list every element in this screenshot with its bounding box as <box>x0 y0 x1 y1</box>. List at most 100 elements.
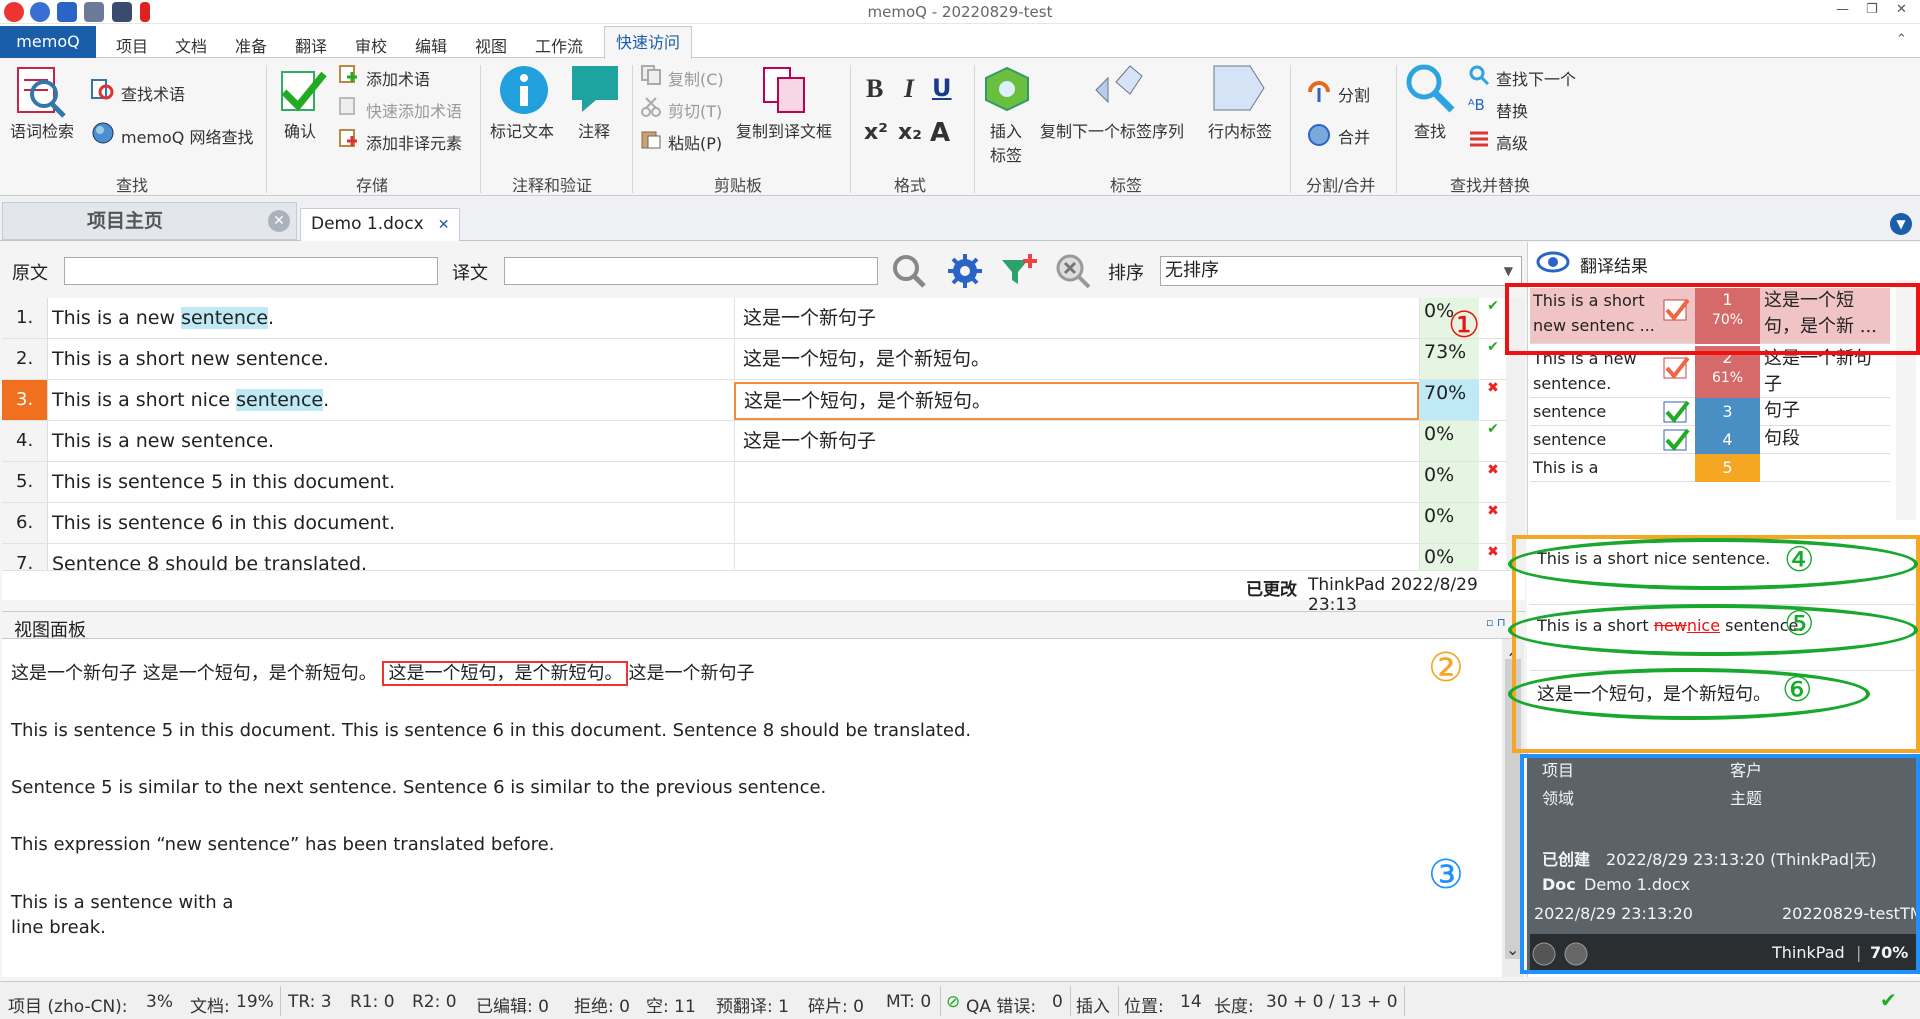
replace-icon[interactable]: ᴬB <box>1468 96 1485 114</box>
row-number[interactable]: 3. <box>2 380 48 420</box>
restore-icon[interactable]: ❐ <box>1866 2 1878 17</box>
table-row[interactable]: 2. This is a short new sentence. 这是一个短句，是个… <box>2 339 1525 380</box>
menu-edit[interactable]: 编辑 <box>415 33 447 57</box>
copy-tag-seq-icon[interactable] <box>1090 62 1146 112</box>
source-cell[interactable]: This is sentence 5 in this document. <box>52 462 395 502</box>
status-icon[interactable]: ✔ <box>1482 298 1504 338</box>
status-icon[interactable]: ✖ <box>1482 462 1504 502</box>
menu-quick-access[interactable]: 快速访问 <box>604 26 692 59</box>
copy-to-target-button[interactable]: 复制到译文框 <box>736 118 832 142</box>
close-doc-tab-icon[interactable]: ✕ <box>438 217 450 233</box>
close-icon[interactable]: ✕ <box>1896 2 1907 17</box>
status-insert[interactable]: 插入 <box>1076 992 1110 1017</box>
term-highlight[interactable]: sentence <box>236 389 324 411</box>
minimize-icon[interactable]: — <box>1836 2 1849 17</box>
split-icon[interactable] <box>1306 78 1332 104</box>
insert-tag-button[interactable]: 插入 <box>990 118 1022 142</box>
copy-button[interactable]: 复制(C) <box>668 66 724 90</box>
table-row[interactable]: 6. This is sentence 6 in this document. 0%… <box>2 503 1525 544</box>
target-cell[interactable]: 这是一个新句子 <box>734 298 1419 338</box>
source-cell[interactable]: This is a short new sentence. <box>52 339 329 379</box>
table-row[interactable]: 5. This is sentence 5 in this document. 0%… <box>2 462 1525 503</box>
advanced-icon[interactable] <box>1468 128 1490 150</box>
row-number[interactable]: 4. <box>2 421 48 461</box>
subscript-icon[interactable]: x₂ <box>898 120 922 145</box>
view-active-segment[interactable]: 这是一个短句，是个新短句。 <box>382 661 629 686</box>
replace-button[interactable]: 替换 <box>1496 98 1528 122</box>
add-nontrans-button[interactable]: 添加非译元素 <box>366 130 462 154</box>
insert-tag-icon[interactable] <box>982 64 1032 114</box>
confirm-icon[interactable] <box>276 64 328 116</box>
menu-document[interactable]: 文档 <box>175 33 207 57</box>
web-search-button[interactable]: memoQ 网络查找 <box>121 124 254 148</box>
join-button[interactable]: 合并 <box>1338 124 1370 148</box>
find-term-icon[interactable] <box>90 78 116 104</box>
comment-button[interactable]: 注释 <box>578 118 610 142</box>
panel-float-icon[interactable]: ▫ ⊓ <box>1486 616 1506 629</box>
table-row[interactable]: 1. This is a new sentence. 这是一个新句子 0% ✔ <box>2 298 1525 339</box>
sort-dropdown[interactable]: 无排序 ▼ <box>1160 256 1522 286</box>
target-cell[interactable]: 这是一个短句，是个新短句。 <box>734 382 1419 420</box>
menu-memoq[interactable]: memoQ <box>0 26 96 58</box>
advanced-button[interactable]: 高级 <box>1496 130 1528 154</box>
options-down-icon[interactable]: ▼ <box>1890 213 1912 235</box>
source-cell[interactable]: This is a new sentence. <box>52 298 274 338</box>
row-number[interactable]: 5. <box>2 462 48 502</box>
menu-review[interactable]: 审校 <box>355 33 387 57</box>
paste-icon[interactable] <box>640 128 662 150</box>
find-icon[interactable] <box>1404 62 1456 114</box>
cut-button[interactable]: 剪切(T) <box>668 98 722 122</box>
web-search-icon[interactable] <box>90 120 116 146</box>
result-row[interactable]: sentence 3 句子 <box>1530 398 1890 426</box>
tab-project-home[interactable]: 项目主页 <box>2 202 297 240</box>
target-cell[interactable]: 这是一个短句，是个新短句。 <box>734 339 1419 379</box>
menu-workflow[interactable]: 工作流 <box>535 33 583 57</box>
tab-document[interactable]: Demo 1.docx ✕ <box>300 208 460 241</box>
menu-translate[interactable]: 翻译 <box>295 33 327 57</box>
inline-tags-button[interactable]: 行内标签 <box>1208 118 1272 142</box>
join-icon[interactable] <box>1306 122 1332 148</box>
info-icon[interactable] <box>498 64 550 116</box>
find-button[interactable]: 查找 <box>1414 118 1446 142</box>
target-cell[interactable] <box>734 503 1419 543</box>
font-icon[interactable]: A <box>930 118 950 148</box>
close-tab-icon[interactable]: ✕ <box>268 210 290 232</box>
add-term-button[interactable]: 添加术语 <box>366 66 430 90</box>
table-row[interactable]: 3. This is a short nice sentence. 这是一个短句，是… <box>2 380 1525 421</box>
comment-icon[interactable] <box>570 64 620 114</box>
status-icon[interactable]: ✔ <box>1482 421 1504 461</box>
source-cell[interactable]: This is a short nice sentence. <box>52 380 329 420</box>
source-filter-input[interactable] <box>64 257 438 285</box>
row-number[interactable]: 2. <box>2 339 48 379</box>
split-button[interactable]: 分割 <box>1338 82 1370 106</box>
row-number[interactable]: 6. <box>2 503 48 543</box>
confirm-button[interactable]: 确认 <box>284 118 316 142</box>
copy-tag-seq-button[interactable]: 复制下一个标签序列 <box>1040 118 1184 142</box>
insert-tag-button-line2[interactable]: 标签 <box>990 142 1022 166</box>
inline-tag-icon[interactable] <box>1210 62 1266 114</box>
find-next-button[interactable]: 查找下一个 <box>1496 66 1576 90</box>
add-nontrans-icon[interactable] <box>338 128 360 150</box>
status-icon[interactable]: ✖ <box>1482 503 1504 543</box>
add-term-icon[interactable] <box>338 64 360 86</box>
row-number[interactable]: 1. <box>2 298 48 338</box>
status-icon[interactable]: ✖ <box>1482 380 1504 420</box>
source-cell[interactable]: This is a new sentence. <box>52 421 274 461</box>
paste-button[interactable]: 粘贴(P) <box>668 130 722 154</box>
mark-text-button[interactable]: 标记文本 <box>490 118 554 142</box>
superscript-icon[interactable]: x² <box>864 120 888 145</box>
term-lookup-label[interactable]: 语词检索 <box>10 118 74 142</box>
source-cell[interactable]: This is sentence 6 in this document. <box>52 503 395 543</box>
result-row[interactable]: This is a 5 <box>1530 454 1890 482</box>
target-cell[interactable]: 这是一个新句子 <box>734 421 1419 461</box>
term-lookup-icon[interactable] <box>14 64 70 122</box>
italic-icon[interactable]: I <box>904 74 914 104</box>
term-highlight[interactable]: sentence <box>181 307 269 329</box>
menu-project[interactable]: 项目 <box>116 33 148 57</box>
chevron-down-icon[interactable]: ▼ <box>1504 257 1513 285</box>
quick-add-term-button[interactable]: 快速添加术语 <box>366 98 462 122</box>
filter-add-icon[interactable] <box>1000 252 1040 290</box>
clear-filter-icon[interactable] <box>1054 252 1092 290</box>
bold-icon[interactable]: B <box>866 74 883 104</box>
menu-prepare[interactable]: 准备 <box>235 33 267 57</box>
